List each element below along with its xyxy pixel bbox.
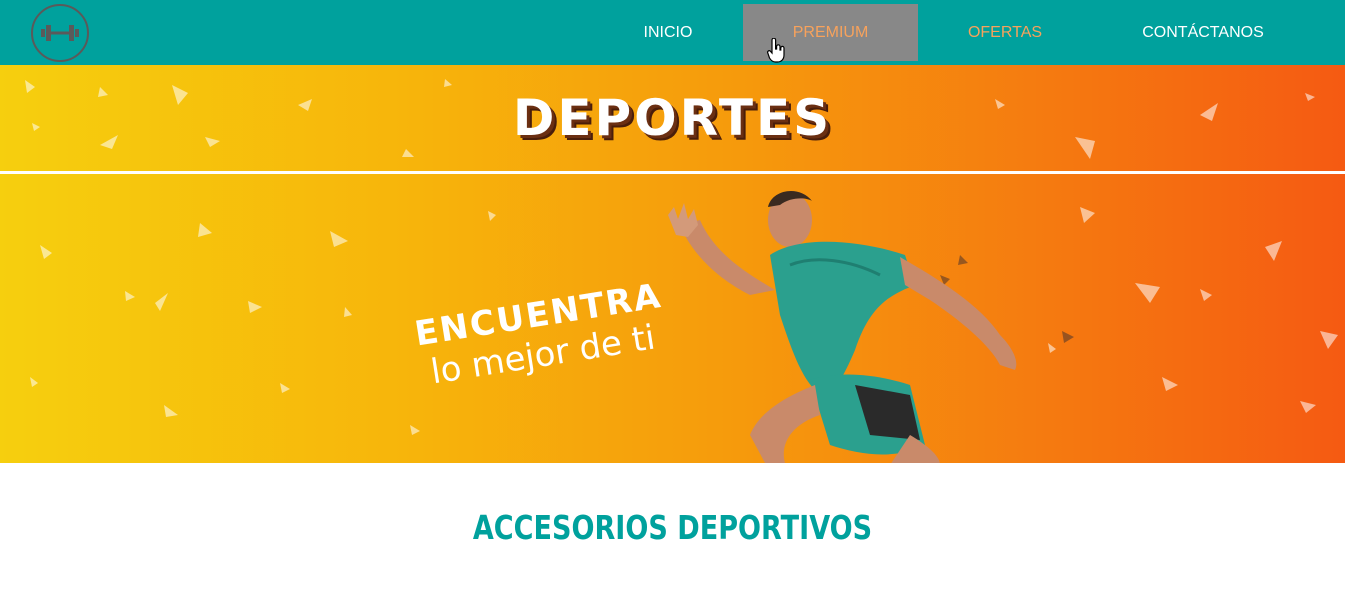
top-navbar: INICIO PREMIUM OFERTAS CONTÁCTANOS: [0, 0, 1345, 65]
dumbbell-icon: [41, 25, 79, 41]
hero-title: DEPORTES: [512, 89, 833, 147]
runner-image: [668, 190, 1017, 463]
nav-ofertas[interactable]: OFERTAS: [945, 4, 1065, 61]
hero-divider: [0, 171, 1345, 174]
nav-inicio[interactable]: INICIO: [618, 4, 718, 61]
hand-pointer-icon: [767, 38, 785, 63]
nav-contactanos[interactable]: CONTÁCTANOS: [1128, 4, 1278, 61]
section-title: ACCESORIOS DEPORTIVOS: [472, 508, 873, 547]
logo[interactable]: [31, 4, 89, 62]
hero-banner: DEPORTES ENCUENTRA lo mejor de ti: [0, 65, 1345, 463]
